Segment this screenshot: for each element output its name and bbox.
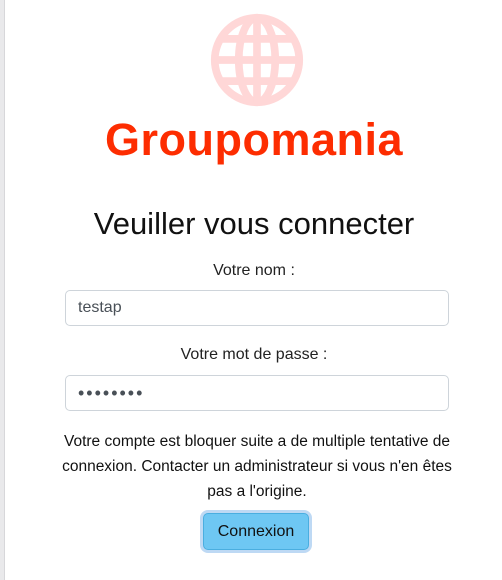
brand-logo-text: Groupomania bbox=[104, 114, 404, 165]
login-button[interactable]: Connexion bbox=[203, 513, 309, 550]
error-message: Votre compte est bloquer suite a de mult… bbox=[62, 433, 452, 500]
globe-icon bbox=[210, 13, 304, 107]
page-title: Veuiller vous connecter bbox=[93, 206, 415, 241]
name-input[interactable] bbox=[65, 290, 449, 326]
password-label: Votre mot de passe : bbox=[180, 346, 328, 363]
login-card: Groupomania Veuiller vous connecter Votr… bbox=[4, 0, 502, 580]
name-label: Votre nom : bbox=[213, 262, 295, 279]
password-input[interactable] bbox=[65, 375, 449, 411]
